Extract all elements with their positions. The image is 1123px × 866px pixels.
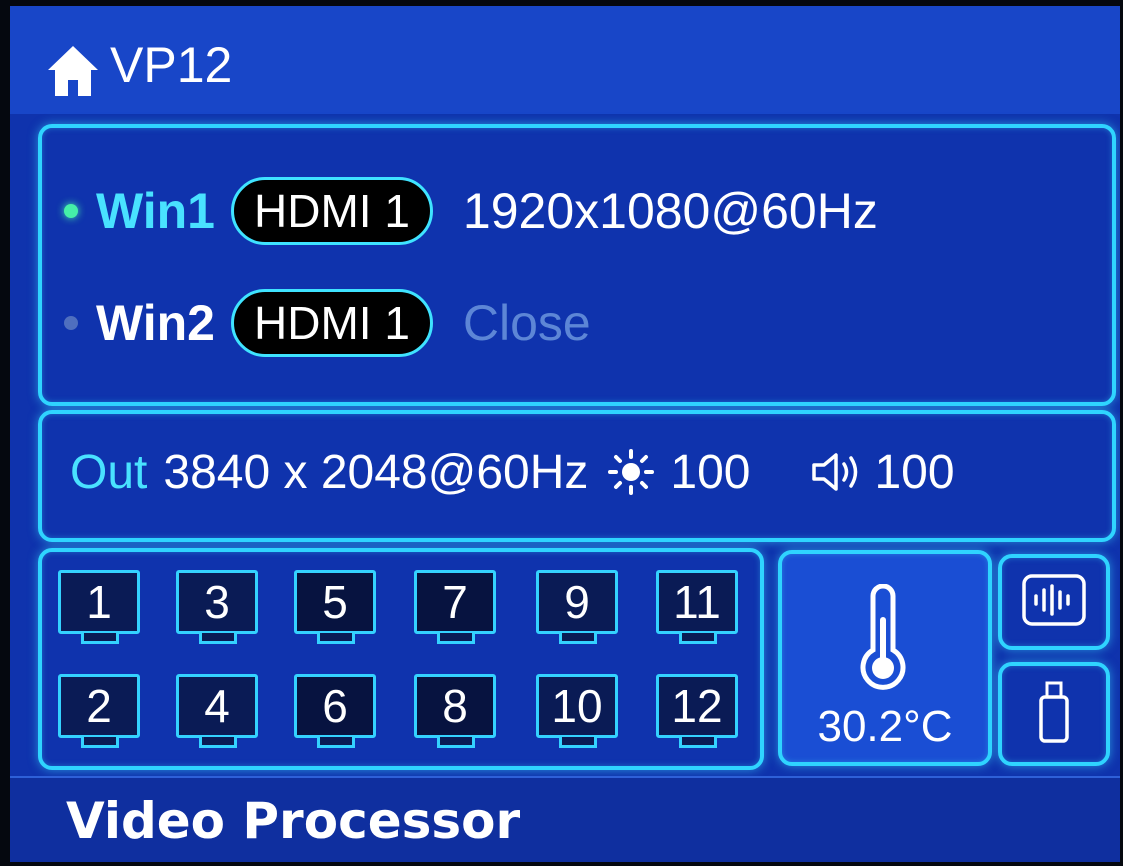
volume-value: 100 (874, 445, 955, 499)
ports-panel: 1 3 5 7 9 11 2 4 6 8 10 12 (38, 548, 764, 770)
home-icon[interactable] (44, 42, 102, 100)
output-resolution: 3840 x 2048@60Hz (163, 445, 589, 499)
brightness-value: 100 (670, 445, 751, 499)
product-label: Video Processor (66, 792, 521, 850)
output-row: Out 3840 x 2048@60Hz 100 100 (70, 432, 955, 512)
port-9[interactable]: 9 (536, 570, 618, 644)
active-indicator (64, 204, 78, 218)
port-10[interactable]: 10 (536, 674, 618, 748)
thermometer-icon (860, 584, 906, 690)
usb-panel[interactable] (998, 662, 1110, 766)
window-row-2[interactable]: Win2 HDMI 1 Close (42, 278, 591, 368)
device-name: VP12 (110, 37, 233, 93)
window-label: Win1 (96, 183, 215, 239)
output-panel[interactable]: Out 3840 x 2048@60Hz 100 100 (38, 410, 1116, 542)
speaker-icon (812, 453, 858, 491)
inactive-indicator (64, 316, 78, 330)
port-12[interactable]: 12 (656, 674, 738, 748)
window-status: Close (462, 295, 591, 351)
windows-panel: Win1 HDMI 1 1920x1080@60Hz Win2 HDMI 1 C… (38, 124, 1116, 406)
port-1[interactable]: 1 (58, 570, 140, 644)
port-7[interactable]: 7 (414, 570, 496, 644)
status-bar: Video Processor (10, 776, 1120, 862)
port-4[interactable]: 4 (176, 674, 258, 748)
top-bar: VP12 (10, 6, 1120, 114)
port-2[interactable]: 2 (58, 674, 140, 748)
window-resolution: 1920x1080@60Hz (462, 183, 878, 239)
window-row-1[interactable]: Win1 HDMI 1 1920x1080@60Hz (42, 166, 878, 256)
audio-wave-icon (1022, 574, 1086, 626)
usb-drive-icon (1039, 681, 1069, 743)
port-8[interactable]: 8 (414, 674, 496, 748)
sun-icon (608, 449, 655, 495)
port-3[interactable]: 3 (176, 570, 258, 644)
source-selector[interactable]: HDMI 1 (231, 177, 433, 245)
temperature-value: 30.2°C (817, 702, 953, 751)
temperature-panel: 30.2°C (778, 550, 992, 766)
output-label: Out (70, 445, 148, 499)
port-5[interactable]: 5 (294, 570, 376, 644)
port-6[interactable]: 6 (294, 674, 376, 748)
device-screen: VP12 Win1 HDMI 1 1920x1080@60Hz Win2 HDM… (10, 6, 1120, 862)
audio-panel[interactable] (998, 554, 1110, 650)
window-label: Win2 (96, 295, 215, 351)
port-11[interactable]: 11 (656, 570, 738, 644)
source-selector[interactable]: HDMI 1 (231, 289, 433, 357)
